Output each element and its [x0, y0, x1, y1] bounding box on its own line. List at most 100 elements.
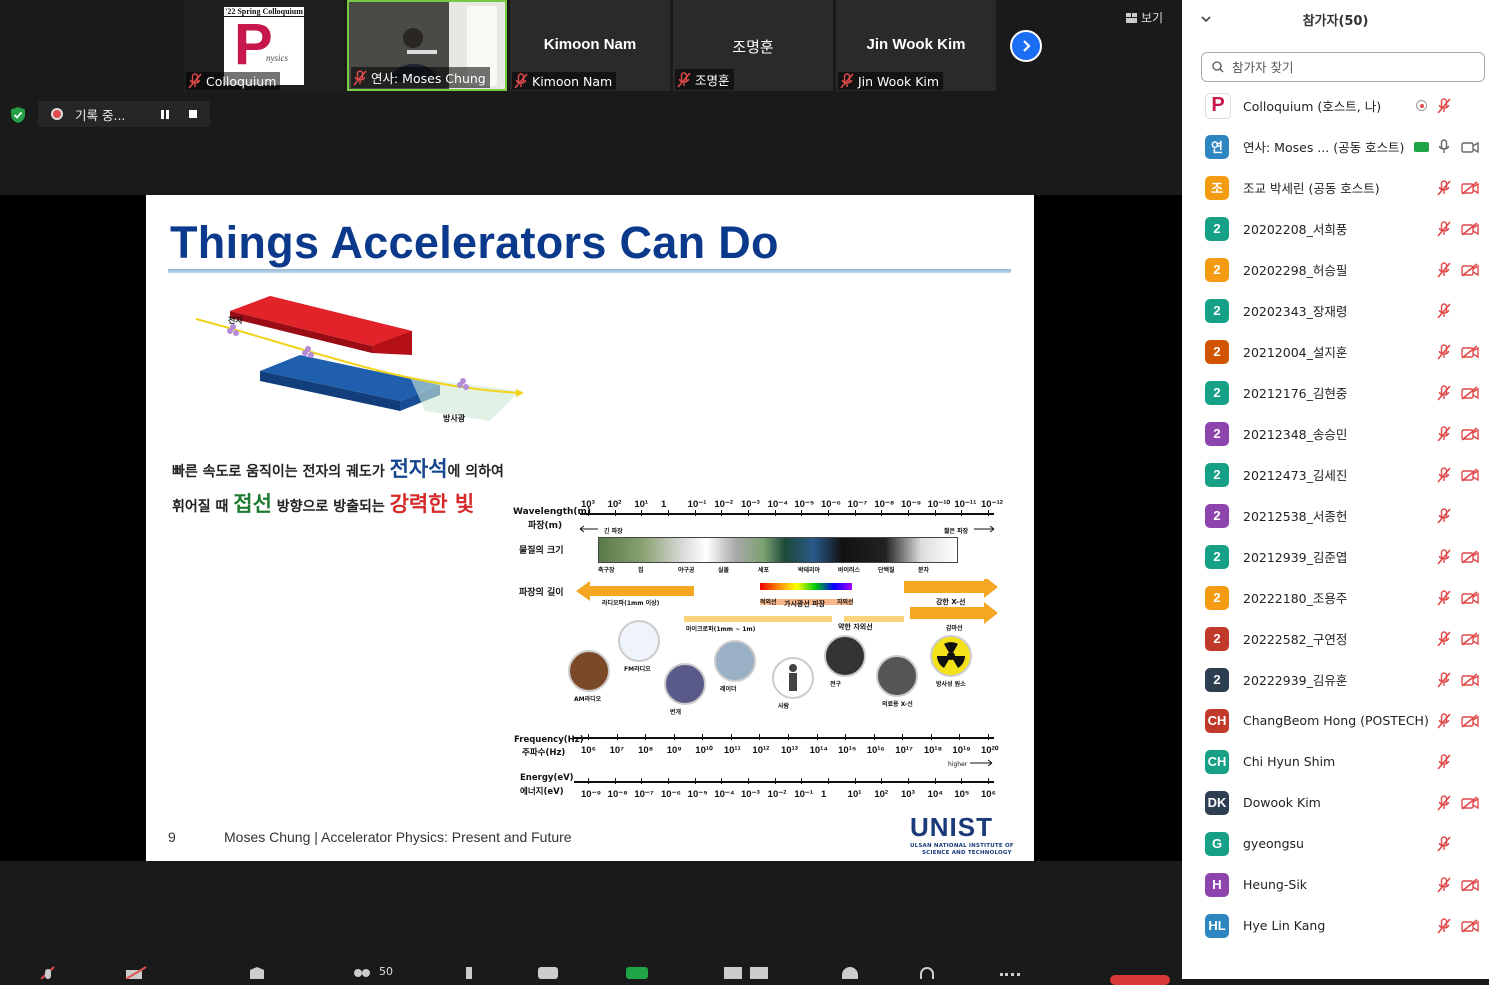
video-off-icon[interactable]: [1461, 262, 1479, 277]
participant-row[interactable]: Ggyeongsu: [1182, 823, 1489, 864]
mic-muted-icon[interactable]: [1437, 466, 1451, 483]
reactions-button[interactable]: [842, 967, 858, 979]
participant-row[interactable]: H Heung-Sik: [1182, 864, 1489, 905]
breakout-rooms-button[interactable]: [750, 967, 768, 979]
chat-button[interactable]: [538, 967, 558, 979]
size-item-label: 박테리아: [798, 567, 821, 574]
axis-tick: [902, 734, 904, 740]
stop-video-button[interactable]: [124, 965, 150, 979]
video-tile[interactable]: 조명훈 조명훈: [673, 0, 833, 91]
video-tile[interactable]: Jin Wook Kim Jin Wook Kim: [836, 0, 996, 91]
video-off-icon[interactable]: [1461, 918, 1479, 933]
mic-muted-icon[interactable]: [1437, 876, 1451, 893]
video-off-icon[interactable]: [1461, 180, 1479, 195]
video-off-icon[interactable]: [1461, 467, 1479, 482]
axis-tick-label: 10³: [901, 789, 915, 800]
video-off-icon[interactable]: [1461, 549, 1479, 564]
record-button[interactable]: [724, 967, 742, 979]
mic-muted-icon[interactable]: [1437, 179, 1451, 196]
participant-search-input[interactable]: [1230, 58, 1464, 76]
participant-row[interactable]: P Colloquium (호스트, 나): [1182, 85, 1489, 126]
mic-muted-icon[interactable]: [1437, 794, 1451, 811]
video-off-icon[interactable]: [1461, 877, 1479, 892]
participant-row[interactable]: 2 20202298_허승필: [1182, 249, 1489, 290]
mic-icon[interactable]: [1437, 138, 1451, 155]
video-off-icon[interactable]: [1461, 590, 1479, 605]
participant-row[interactable]: CH Chi Hyun Shim: [1182, 741, 1489, 782]
source-image: [824, 635, 866, 677]
view-button[interactable]: 보기: [1126, 9, 1163, 26]
source-image: [568, 650, 610, 692]
participant-row[interactable]: 2 20202343_장재령: [1182, 290, 1489, 331]
mic-muted-icon[interactable]: [1437, 917, 1451, 934]
video-off-icon[interactable]: [1461, 344, 1479, 359]
end-meeting-button[interactable]: [1110, 975, 1170, 985]
mic-muted-icon[interactable]: [1437, 261, 1451, 278]
video-tile[interactable]: 연사: Moses Chung: [347, 0, 507, 91]
next-page-button[interactable]: [1010, 30, 1042, 62]
mic-muted-icon[interactable]: [1437, 671, 1451, 688]
share-screen-button[interactable]: [626, 967, 648, 979]
source-image: [714, 640, 756, 682]
more-button[interactable]: [1000, 973, 1020, 979]
strong-xray-label: 강한 X-선: [936, 598, 966, 606]
video-off-icon[interactable]: [1461, 385, 1479, 400]
participant-row[interactable]: 연 연사: Moses ... (공동 호스트): [1182, 126, 1489, 167]
pause-recording-button[interactable]: [161, 109, 169, 119]
participant-row[interactable]: 2 20212939_김준엽: [1182, 536, 1489, 577]
participant-row[interactable]: 2 20222582_구연정: [1182, 618, 1489, 659]
participants-count[interactable]: 50: [379, 965, 393, 978]
video-off-icon[interactable]: [1461, 672, 1479, 687]
stop-recording-button[interactable]: [189, 110, 197, 118]
polls-button[interactable]: [466, 967, 472, 979]
participant-status-icons: [1437, 466, 1479, 483]
participant-row[interactable]: 2 20212538_서종헌: [1182, 495, 1489, 536]
video-off-icon[interactable]: [1461, 795, 1479, 810]
participant-row[interactable]: 2 20212348_송승민: [1182, 413, 1489, 454]
mic-muted-icon[interactable]: [1437, 425, 1451, 442]
participant-search[interactable]: [1201, 52, 1485, 82]
mic-muted-icon[interactable]: [1437, 712, 1451, 729]
mute-button[interactable]: [38, 965, 58, 979]
mic-muted-icon[interactable]: [1437, 220, 1451, 237]
source-image: [876, 655, 918, 697]
mic-muted-icon[interactable]: [1437, 384, 1451, 401]
mic-muted-icon[interactable]: [1437, 589, 1451, 606]
video-tile[interactable]: Kimoon Nam Kimoon Nam: [510, 0, 670, 91]
video-off-icon[interactable]: [1461, 426, 1479, 441]
participant-row[interactable]: 2 20222939_김유훈: [1182, 659, 1489, 700]
mic-muted-icon[interactable]: [1437, 97, 1451, 114]
participant-row[interactable]: 2 20212176_김현중: [1182, 372, 1489, 413]
axis-tick: [614, 778, 616, 784]
participant-row[interactable]: 조 조교 박세린 (공동 호스트): [1182, 167, 1489, 208]
mic-muted-icon[interactable]: [1437, 630, 1451, 647]
participant-row[interactable]: 2 20212473_김세진: [1182, 454, 1489, 495]
participant-row[interactable]: DK Dowook Kim: [1182, 782, 1489, 823]
security-shield-icon[interactable]: [9, 106, 27, 124]
participant-name: ChangBeom Hong (POSTECH): [1243, 713, 1429, 728]
axis-tick: [873, 734, 875, 740]
apps-button[interactable]: [920, 967, 934, 979]
mic-muted-icon[interactable]: [1437, 753, 1451, 770]
participant-status-icons: [1437, 343, 1479, 360]
mic-muted-icon[interactable]: [1437, 835, 1451, 852]
mic-muted-icon[interactable]: [1437, 507, 1451, 524]
unist-logo: UNIST ULSAN NATIONAL INSTITUTE OF SCIENC…: [910, 812, 1014, 856]
video-off-icon[interactable]: [1461, 221, 1479, 236]
security-button[interactable]: [248, 965, 266, 979]
video-tile[interactable]: '22 Spring Colloquium Pnysics Colloquium: [184, 0, 344, 91]
participant-status-icons: [1437, 917, 1479, 934]
video-off-icon[interactable]: [1461, 631, 1479, 646]
size-item-label: 단백질: [878, 567, 895, 574]
video-on-icon[interactable]: [1461, 140, 1479, 154]
video-off-icon[interactable]: [1461, 713, 1479, 728]
mic-muted-icon[interactable]: [1437, 302, 1451, 319]
participant-row[interactable]: 2 20202208_서희풍: [1182, 208, 1489, 249]
mic-muted-icon[interactable]: [1437, 343, 1451, 360]
participant-row[interactable]: CH ChangBeom Hong (POSTECH): [1182, 700, 1489, 741]
mic-muted-icon[interactable]: [1437, 548, 1451, 565]
participant-status-icons: [1416, 97, 1479, 114]
participant-row[interactable]: HL Hye Lin Kang: [1182, 905, 1489, 946]
participant-row[interactable]: 2 20212004_설지훈: [1182, 331, 1489, 372]
participant-row[interactable]: 2 20222180_조용주: [1182, 577, 1489, 618]
